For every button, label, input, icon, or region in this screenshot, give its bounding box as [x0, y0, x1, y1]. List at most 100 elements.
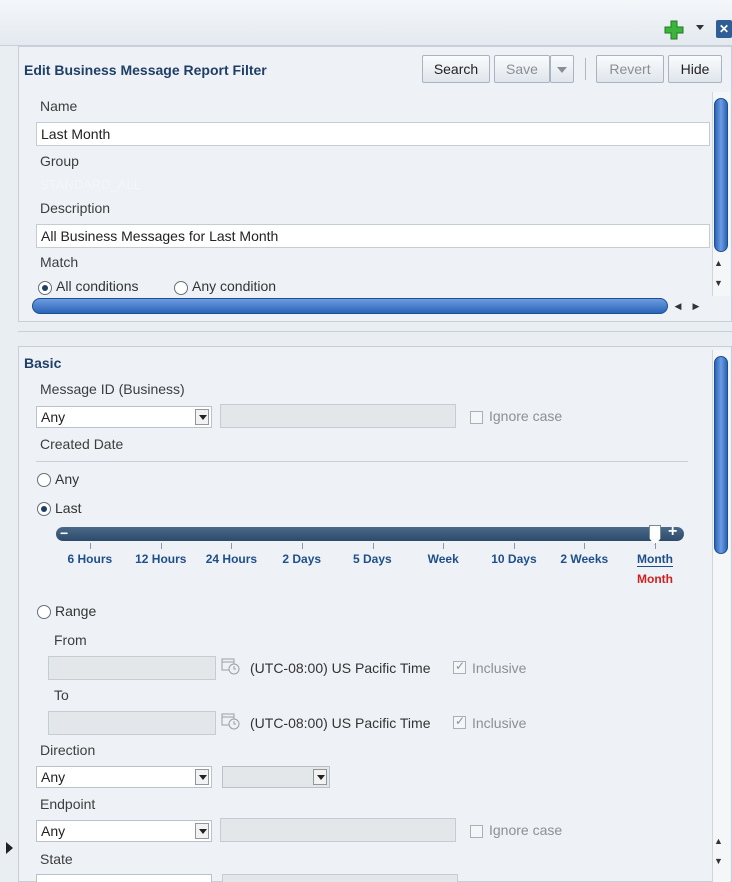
- slider-tick-label[interactable]: 2 Weeks: [560, 552, 608, 566]
- chevron-down-icon: [313, 769, 327, 785]
- match-all-radio[interactable]: [38, 281, 52, 295]
- save-menu-button[interactable]: [550, 55, 574, 83]
- match-label: Match: [40, 254, 79, 270]
- from-timezone: (UTC-08:00) US Pacific Time: [250, 660, 431, 676]
- scroll-up-arrow-icon[interactable]: ▲: [714, 836, 723, 846]
- date-any-label: Any: [55, 471, 80, 487]
- date-range-radio[interactable]: [37, 605, 51, 619]
- top-toolbar: [0, 0, 732, 46]
- endpoint-text-field: [220, 818, 456, 842]
- revert-button[interactable]: Revert: [596, 55, 664, 83]
- created-date-label: Created Date: [40, 436, 124, 452]
- state-select[interactable]: [36, 874, 212, 882]
- message-id-select[interactable]: Any: [36, 406, 212, 428]
- date-last-label: Last: [55, 500, 82, 516]
- slider-selected-value: Month: [637, 572, 673, 586]
- to-timezone: (UTC-08:00) US Pacific Time: [250, 715, 431, 731]
- ignore-case-label: Ignore case: [489, 408, 563, 424]
- scroll-left-arrow-icon[interactable]: ◀: [668, 299, 688, 314]
- endpoint-ignore-case-label: Ignore case: [489, 822, 563, 838]
- green-plus-icon[interactable]: [664, 20, 684, 40]
- save-button[interactable]: Save: [494, 55, 550, 83]
- date-range-slider[interactable]: [56, 527, 684, 541]
- endpoint-label: Endpoint: [40, 796, 96, 812]
- to-date-field: [48, 711, 216, 735]
- basic-title: Basic: [24, 355, 62, 371]
- slider-tick-label[interactable]: 10 Days: [491, 552, 536, 566]
- date-range-label: Range: [55, 603, 97, 619]
- state-text-field: [222, 874, 458, 882]
- chevron-down-icon: [195, 409, 209, 425]
- slider-tick-label[interactable]: 24 Hours: [206, 552, 257, 566]
- slider-tick-label[interactable]: 6 Hours: [68, 552, 113, 566]
- direction-select[interactable]: Any: [36, 766, 212, 788]
- close-icon[interactable]: ✕: [716, 20, 732, 38]
- vertical-scrollbar-thumb[interactable]: [714, 98, 728, 252]
- scroll-down-arrow-icon[interactable]: ▼: [714, 278, 723, 288]
- from-label: From: [54, 632, 87, 648]
- toolbar-divider: [585, 58, 586, 80]
- expand-panel-arrow-icon[interactable]: [6, 842, 13, 854]
- direction-label: Direction: [40, 742, 96, 758]
- state-label: State: [40, 851, 73, 867]
- add-menu-chevron-down-icon[interactable]: [696, 25, 704, 30]
- scroll-right-arrow-icon[interactable]: ▶: [686, 299, 706, 314]
- group-label: Group: [40, 153, 79, 169]
- slider-tick: [301, 543, 303, 549]
- slider-tick: [655, 543, 656, 549]
- match-any-radio[interactable]: [174, 281, 188, 295]
- chevron-down-icon: [557, 67, 567, 74]
- direction-sub-select: [222, 766, 330, 788]
- match-all-label: All conditions: [56, 278, 139, 294]
- vertical-scrollbar-thumb[interactable]: [714, 356, 728, 554]
- panel-splitter[interactable]: [18, 331, 732, 332]
- slider-tick-label[interactable]: 12 Hours: [135, 552, 186, 566]
- divider: [36, 461, 688, 462]
- scroll-down-arrow-icon[interactable]: ▼: [714, 856, 723, 866]
- from-date-field: [48, 656, 216, 680]
- slider-tick: [513, 543, 515, 549]
- description-field[interactable]: All Business Messages for Last Month: [36, 224, 710, 248]
- name-field[interactable]: Last Month: [36, 122, 710, 146]
- slider-tick: [90, 543, 91, 549]
- slider-minus-icon[interactable]: −: [60, 525, 68, 541]
- chevron-down-icon: [195, 769, 209, 785]
- direction-select-value: Any: [41, 769, 66, 785]
- horizontal-scrollbar-thumb[interactable]: [32, 298, 668, 314]
- chevron-down-icon: [195, 823, 209, 839]
- message-id-select-value: Any: [41, 409, 66, 425]
- description-label: Description: [40, 200, 111, 216]
- endpoint-select[interactable]: Any: [36, 820, 212, 842]
- to-inclusive-label: Inclusive: [472, 715, 527, 731]
- slider-tick-label[interactable]: 5 Days: [353, 552, 392, 566]
- date-last-radio[interactable]: [37, 502, 51, 516]
- to-label: To: [54, 687, 69, 703]
- hide-button[interactable]: Hide: [668, 55, 722, 83]
- message-id-label: Message ID (Business): [40, 381, 185, 397]
- name-label: Name: [40, 98, 78, 114]
- message-id-text-field: [220, 404, 456, 428]
- group-value: STANDARD_ALL: [40, 177, 141, 192]
- slider-plus-icon[interactable]: +: [668, 523, 677, 541]
- ignore-case-checkbox: [470, 411, 483, 424]
- slider-tick-label[interactable]: 2 Days: [282, 552, 321, 566]
- search-button[interactable]: Search: [422, 55, 490, 83]
- match-any-label: Any condition: [192, 278, 277, 294]
- slider-tick: [231, 543, 233, 549]
- slider-tick: [584, 543, 586, 549]
- date-any-radio[interactable]: [37, 473, 51, 487]
- slider-tick: [160, 543, 162, 549]
- endpoint-ignore-case-checkbox: [470, 825, 483, 838]
- scroll-up-arrow-icon[interactable]: ▲: [714, 258, 723, 268]
- slider-tick: [443, 543, 445, 549]
- from-inclusive-checkbox: [453, 659, 466, 674]
- to-inclusive-checkbox: [453, 714, 466, 729]
- slider-tick-label[interactable]: Week: [428, 552, 459, 566]
- endpoint-select-value: Any: [41, 823, 66, 839]
- from-inclusive-label: Inclusive: [472, 660, 527, 676]
- calendar-clock-icon: [221, 656, 241, 676]
- calendar-clock-icon: [221, 711, 241, 731]
- panel-title: Edit Business Message Report Filter: [24, 62, 267, 78]
- slider-tick: [372, 543, 374, 549]
- slider-tick-label[interactable]: Month: [637, 552, 673, 567]
